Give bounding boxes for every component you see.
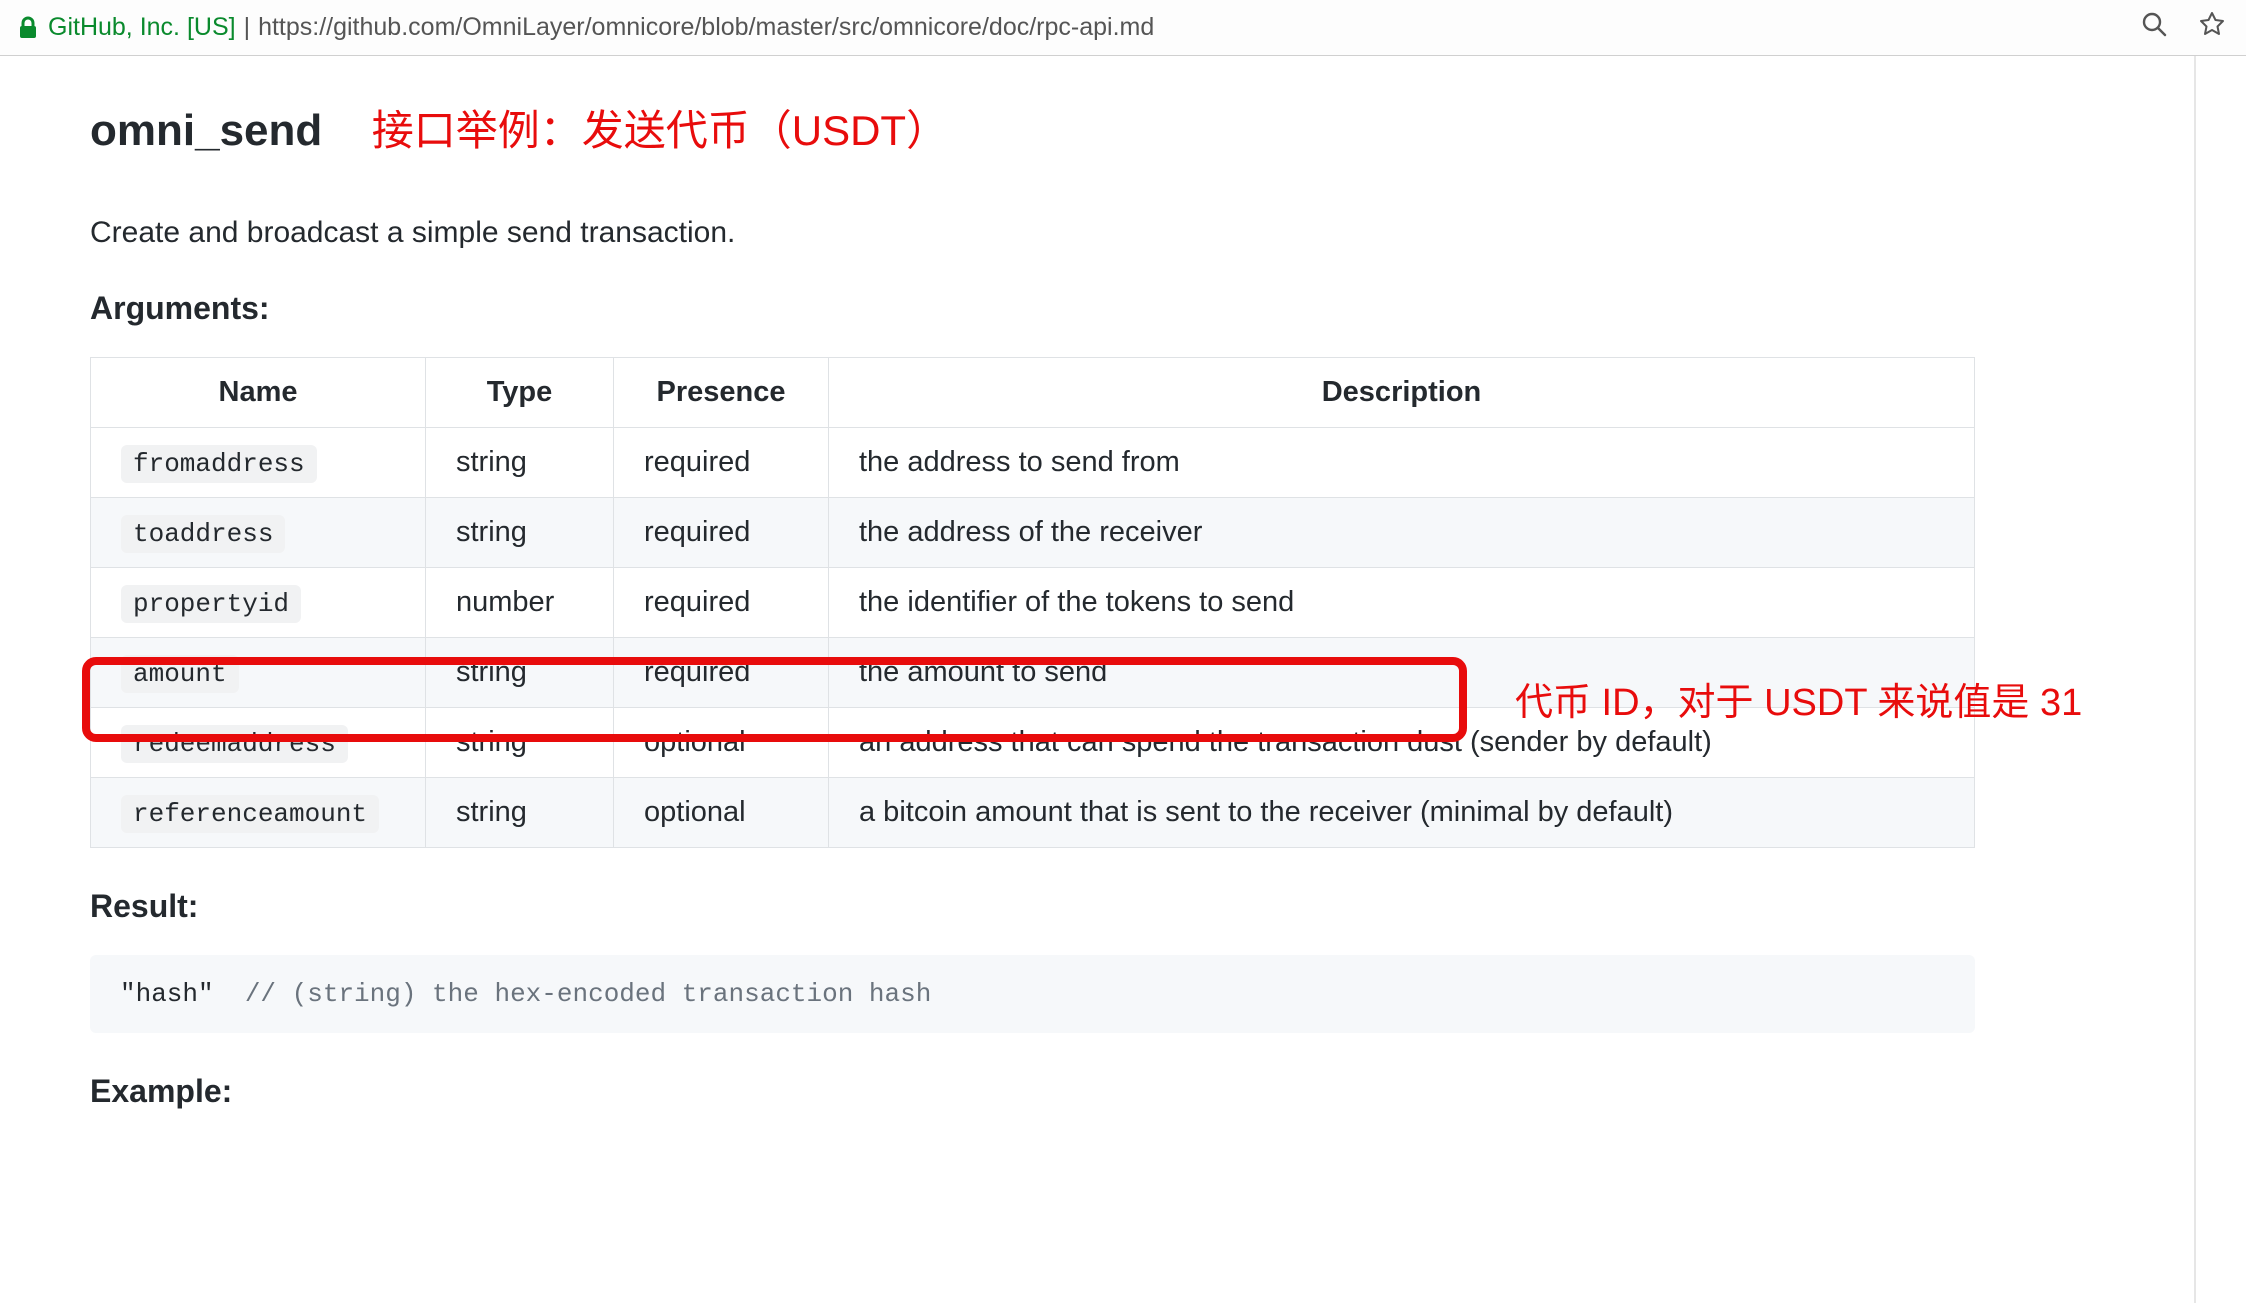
col-header-name: Name bbox=[91, 358, 426, 428]
arg-name: propertyid bbox=[121, 585, 301, 623]
heading-annotation: 接口举例：发送代币（USDT） bbox=[372, 107, 948, 154]
arg-description: the identifier of the tokens to send bbox=[829, 568, 1975, 638]
result-heading: Result: bbox=[90, 888, 2144, 925]
secure-org-label: GitHub, Inc. [US] bbox=[48, 13, 236, 42]
arg-name: redeemaddress bbox=[121, 725, 348, 763]
arg-type: number bbox=[426, 568, 614, 638]
arg-description: the address of the receiver bbox=[829, 498, 1975, 568]
arg-presence: required bbox=[614, 568, 829, 638]
example-heading: Example: bbox=[90, 1073, 2144, 1110]
arg-name: toaddress bbox=[121, 515, 285, 553]
code-string: "hash" bbox=[120, 979, 214, 1009]
arguments-heading: Arguments: bbox=[90, 290, 2144, 327]
arg-name: fromaddress bbox=[121, 445, 317, 483]
arg-description: a bitcoin amount that is sent to the rec… bbox=[829, 778, 1975, 848]
arg-presence: required bbox=[614, 638, 829, 708]
col-header-description: Description bbox=[829, 358, 1975, 428]
row-annotation: 代币 ID，对于 USDT 来说值是 31 bbox=[1515, 671, 2082, 726]
code-comment: // (string) the hex-encoded transaction … bbox=[214, 979, 932, 1009]
arg-type: string bbox=[426, 638, 614, 708]
arg-type: string bbox=[426, 778, 614, 848]
arg-type: string bbox=[426, 498, 614, 568]
arg-presence: optional bbox=[614, 708, 829, 778]
document-body: omni_send 接口举例：发送代币（USDT） Create and bro… bbox=[0, 56, 2196, 1303]
arg-type: string bbox=[426, 708, 614, 778]
arg-presence: required bbox=[614, 428, 829, 498]
table-row: fromaddress string required the address … bbox=[91, 428, 1975, 498]
method-description: Create and broadcast a simple send trans… bbox=[90, 216, 2144, 250]
url-separator: | bbox=[244, 13, 251, 42]
table-row: toaddress string required the address of… bbox=[91, 498, 1975, 568]
arg-description: the address to send from bbox=[829, 428, 1975, 498]
col-header-presence: Presence bbox=[614, 358, 829, 428]
arg-name: amount bbox=[121, 655, 239, 693]
api-method-heading: omni_send bbox=[90, 106, 322, 156]
arg-presence: optional bbox=[614, 778, 829, 848]
page-url: https://github.com/OmniLayer/omnicore/bl… bbox=[258, 13, 1154, 42]
table-row: propertyid number required the identifie… bbox=[91, 568, 1975, 638]
arg-type: string bbox=[426, 428, 614, 498]
browser-address-bar[interactable]: GitHub, Inc. [US] | https://github.com/O… bbox=[0, 0, 2246, 56]
zoom-icon[interactable] bbox=[2140, 10, 2168, 45]
table-header-row: Name Type Presence Description bbox=[91, 358, 1975, 428]
col-header-type: Type bbox=[426, 358, 614, 428]
result-code-block: "hash" // (string) the hex-encoded trans… bbox=[90, 955, 1975, 1033]
arguments-table: Name Type Presence Description fromaddre… bbox=[90, 357, 1975, 848]
arg-name: referenceamount bbox=[121, 795, 379, 833]
lock-icon bbox=[18, 16, 38, 40]
table-row: referenceamount string optional a bitcoi… bbox=[91, 778, 1975, 848]
bookmark-star-icon[interactable] bbox=[2198, 10, 2226, 45]
arg-presence: required bbox=[614, 498, 829, 568]
